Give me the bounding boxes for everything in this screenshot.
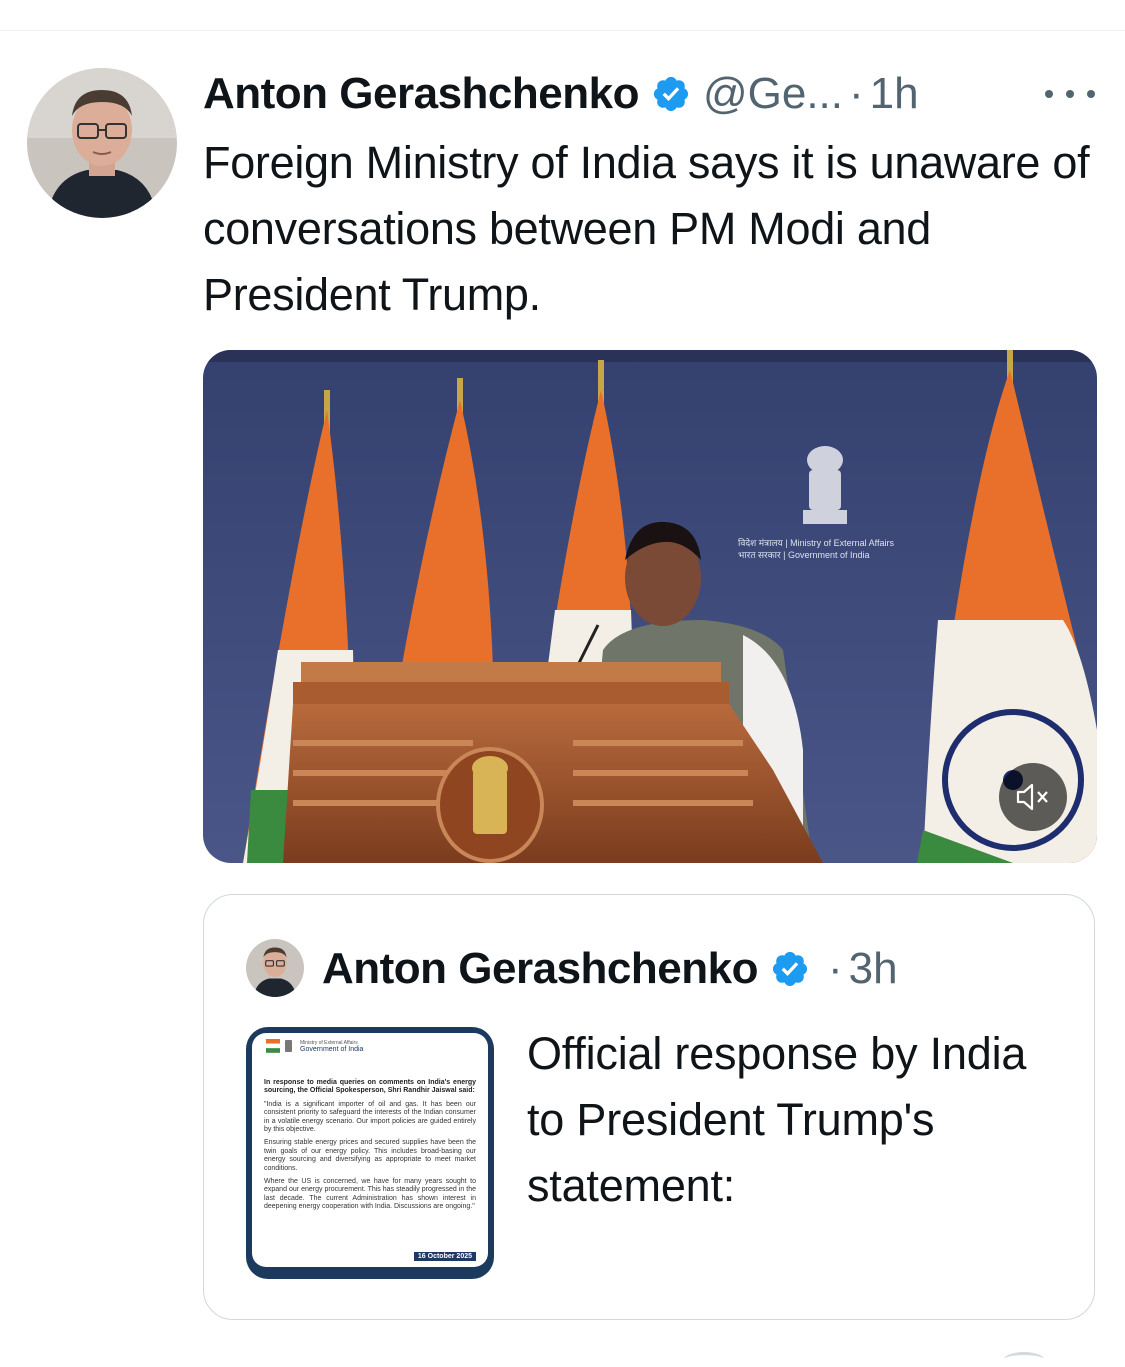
more-options-icon[interactable] bbox=[1045, 82, 1095, 106]
seal-caption-1: विदेश मंत्रालय | Ministry of External Af… bbox=[738, 537, 894, 548]
author-avatar[interactable] bbox=[27, 68, 177, 218]
quoted-timestamp: 3h bbox=[848, 944, 898, 993]
doc-lead: In response to media queries on comments… bbox=[264, 1079, 476, 1095]
author-handle[interactable]: @Ge... bbox=[703, 69, 843, 119]
document-body: In response to media queries on comments… bbox=[264, 1079, 476, 1217]
verified-badge-icon bbox=[653, 76, 689, 112]
doc-org-line-2: Government of India bbox=[300, 1045, 364, 1053]
next-tweet-avatar-edge bbox=[1004, 1352, 1044, 1367]
doc-para-2: Ensuring stable energy prices and secure… bbox=[264, 1139, 476, 1172]
tweet-header: Anton Gerashchenko @Ge... · 1h bbox=[203, 66, 919, 122]
india-flag-icon bbox=[266, 1039, 292, 1053]
quoted-author-name: Anton Gerashchenko bbox=[322, 944, 758, 993]
quoted-tweet[interactable]: Anton Gerashchenko · 3h Ministry of Exte… bbox=[203, 894, 1095, 1320]
national-emblem bbox=[803, 446, 847, 524]
document-header: Ministry of External Affairs Government … bbox=[266, 1039, 363, 1053]
verified-badge-icon bbox=[772, 951, 808, 987]
statement-document: Ministry of External Affairs Government … bbox=[252, 1033, 488, 1267]
timestamp[interactable]: 1h bbox=[870, 69, 919, 119]
quoted-tweet-header: Anton Gerashchenko · 3h bbox=[322, 941, 898, 997]
doc-para-1: "India is a significant importer of oil … bbox=[264, 1100, 476, 1134]
seal-caption-2: भारत सरकार | Government of India bbox=[738, 550, 870, 560]
quoted-tweet-text: Official response by India to President … bbox=[527, 1028, 1027, 1211]
tweet-text: Foreign Ministry of India says it is una… bbox=[203, 137, 1090, 320]
author-name[interactable]: Anton Gerashchenko bbox=[203, 69, 639, 119]
mute-icon[interactable] bbox=[999, 763, 1067, 831]
top-divider bbox=[0, 30, 1125, 31]
quoted-author-avatar bbox=[246, 939, 304, 997]
quoted-image[interactable]: Ministry of External Affairs Government … bbox=[246, 1027, 494, 1279]
separator: · bbox=[849, 69, 864, 118]
separator: · bbox=[827, 944, 843, 993]
doc-para-3: Where the US is concerned, we have for m… bbox=[264, 1178, 476, 1211]
doc-org-line-1: Ministry of External Affairs bbox=[300, 1039, 358, 1046]
tweet-video[interactable]: विदेश मंत्रालय | Ministry of External Af… bbox=[203, 350, 1097, 863]
doc-date: 16 October 2025 bbox=[413, 1252, 476, 1261]
